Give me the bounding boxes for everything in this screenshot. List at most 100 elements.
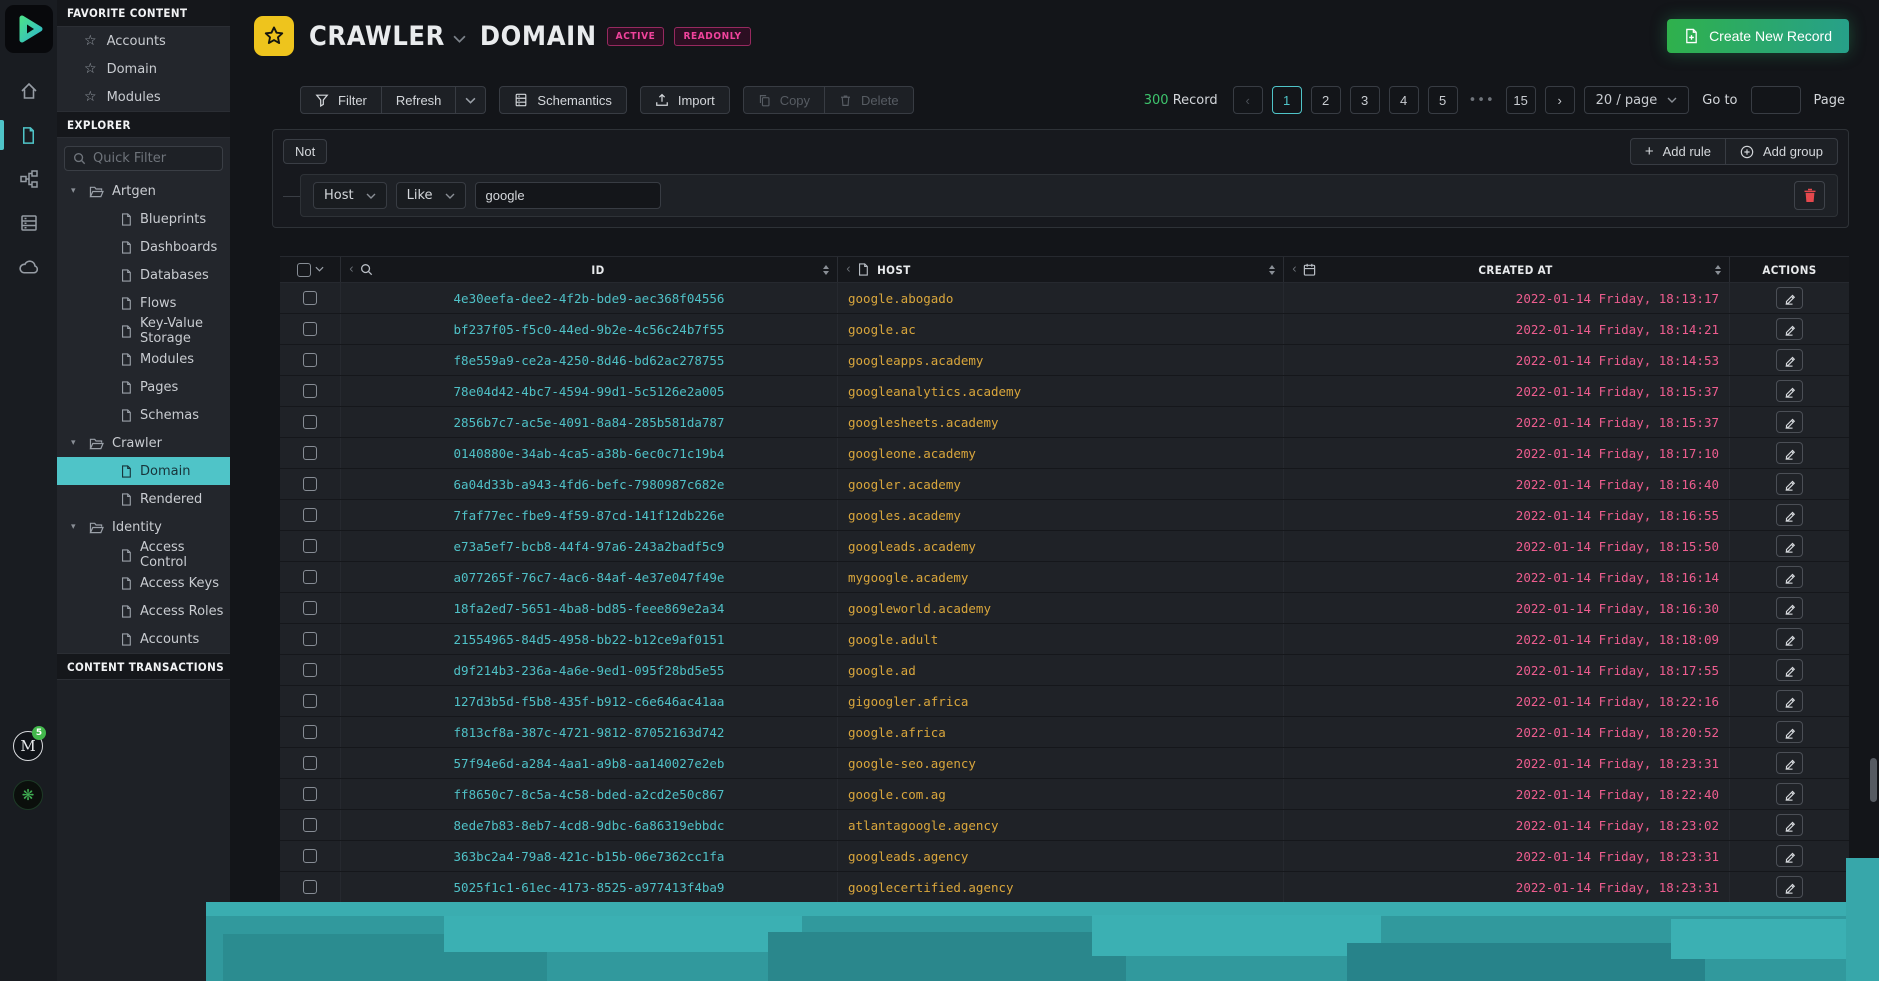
collection-title[interactable]: CRAWLER xyxy=(309,21,445,52)
caret-down-icon[interactable]: ▾ xyxy=(71,522,81,532)
page-button-5[interactable]: 5 xyxy=(1428,86,1458,114)
column-header-created-at[interactable]: ‹ CREATED AT xyxy=(1283,257,1729,282)
favorite-item-modules[interactable]: ☆ Modules xyxy=(57,83,230,111)
flows-icon[interactable] xyxy=(0,159,57,199)
sort-icon[interactable] xyxy=(1715,265,1721,275)
rule-field-select[interactable]: Host xyxy=(313,182,387,209)
goto-page-input[interactable] xyxy=(1751,86,1801,114)
edit-record-button[interactable] xyxy=(1776,287,1803,309)
row-checkbox[interactable] xyxy=(303,539,317,553)
edit-record-button[interactable] xyxy=(1776,380,1803,402)
page-button-3[interactable]: 3 xyxy=(1350,86,1380,114)
edit-record-button[interactable] xyxy=(1776,597,1803,619)
row-checkbox[interactable] xyxy=(303,880,317,894)
row-checkbox[interactable] xyxy=(303,601,317,615)
header-select-all[interactable] xyxy=(280,257,340,282)
edit-record-button[interactable] xyxy=(1776,814,1803,836)
quick-filter-input[interactable]: Quick Filter xyxy=(64,146,223,171)
row-checkbox[interactable] xyxy=(303,849,317,863)
prev-page-button[interactable]: ‹ xyxy=(1233,86,1263,114)
chevron-down-icon[interactable] xyxy=(315,265,324,275)
content-icon[interactable] xyxy=(0,115,57,155)
sort-icon[interactable] xyxy=(823,265,829,275)
tree-item-artgen-flows[interactable]: Flows xyxy=(57,289,230,317)
refresh-dropdown-button[interactable] xyxy=(456,86,486,114)
rule-value-input[interactable] xyxy=(475,182,661,209)
page-button-2[interactable]: 2 xyxy=(1311,86,1341,114)
column-header-id[interactable]: ‹ ID xyxy=(340,257,837,282)
resize-handle[interactable]: ‹ xyxy=(1292,262,1297,277)
row-checkbox[interactable] xyxy=(303,570,317,584)
row-checkbox[interactable] xyxy=(303,322,317,336)
row-checkbox[interactable] xyxy=(303,694,317,708)
tree-item-artgen-pages[interactable]: Pages xyxy=(57,373,230,401)
edit-record-button[interactable] xyxy=(1776,876,1803,898)
app-logo[interactable] xyxy=(5,5,53,53)
edit-record-button[interactable] xyxy=(1776,535,1803,557)
row-checkbox[interactable] xyxy=(303,725,317,739)
user-avatar[interactable]: M 5 xyxy=(13,731,43,761)
database-icon[interactable] xyxy=(0,203,57,243)
edit-record-button[interactable] xyxy=(1776,659,1803,681)
tree-folder-crawler[interactable]: ▾ Crawler xyxy=(57,429,230,457)
tree-item-artgen-dashboards[interactable]: Dashboards xyxy=(57,233,230,261)
add-group-button[interactable]: Add group xyxy=(1726,138,1838,165)
select-all-checkbox[interactable] xyxy=(297,263,311,277)
cloud-icon[interactable] xyxy=(0,247,57,287)
edit-record-button[interactable] xyxy=(1776,628,1803,650)
create-new-record-button[interactable]: Create New Record xyxy=(1667,19,1849,53)
edit-record-button[interactable] xyxy=(1776,504,1803,526)
edit-record-button[interactable] xyxy=(1776,783,1803,805)
edit-record-button[interactable] xyxy=(1776,752,1803,774)
row-checkbox[interactable] xyxy=(303,632,317,646)
page-button-4[interactable]: 4 xyxy=(1389,86,1419,114)
next-page-button[interactable]: › xyxy=(1545,86,1575,114)
filter-button[interactable]: Filter xyxy=(300,86,382,114)
caret-down-icon[interactable]: ▾ xyxy=(71,186,81,196)
edit-record-button[interactable] xyxy=(1776,318,1803,340)
tree-item-identity-accounts[interactable]: Accounts xyxy=(57,625,230,653)
tree-item-artgen-key-value-storage[interactable]: Key-Value Storage xyxy=(57,317,230,345)
schemantics-button[interactable]: Schemantics xyxy=(499,86,626,114)
tree-item-crawler-rendered[interactable]: Rendered xyxy=(57,485,230,513)
tree-item-identity-access-keys[interactable]: Access Keys xyxy=(57,569,230,597)
tree-item-artgen-databases[interactable]: Databases xyxy=(57,261,230,289)
page-button-1[interactable]: 1 xyxy=(1272,86,1302,114)
row-checkbox[interactable] xyxy=(303,415,317,429)
add-rule-button[interactable]: + Add rule xyxy=(1630,138,1726,165)
tree-item-crawler-domain[interactable]: Domain xyxy=(57,457,230,485)
row-checkbox[interactable] xyxy=(303,446,317,460)
row-checkbox[interactable] xyxy=(303,508,317,522)
tree-item-artgen-modules[interactable]: Modules xyxy=(57,345,230,373)
favorite-star-button[interactable] xyxy=(254,16,294,56)
not-toggle-button[interactable]: Not xyxy=(283,139,327,164)
row-checkbox[interactable] xyxy=(303,353,317,367)
edit-record-button[interactable] xyxy=(1776,566,1803,588)
tree-item-identity-access-control[interactable]: Access Control xyxy=(57,541,230,569)
refresh-button[interactable]: Refresh xyxy=(382,86,457,114)
row-checkbox[interactable] xyxy=(303,818,317,832)
tree-item-artgen-schemas[interactable]: Schemas xyxy=(57,401,230,429)
home-icon[interactable] xyxy=(0,71,57,111)
edit-record-button[interactable] xyxy=(1776,442,1803,464)
import-button[interactable]: Import xyxy=(640,86,730,114)
edit-record-button[interactable] xyxy=(1776,349,1803,371)
favorite-item-domain[interactable]: ☆ Domain xyxy=(57,55,230,83)
edit-record-button[interactable] xyxy=(1776,411,1803,433)
rule-operator-select[interactable]: Like xyxy=(396,182,466,209)
tree-folder-identity[interactable]: ▾ Identity xyxy=(57,513,230,541)
sort-icon[interactable] xyxy=(1269,265,1275,275)
row-checkbox[interactable] xyxy=(303,291,317,305)
tree-item-artgen-blueprints[interactable]: Blueprints xyxy=(57,205,230,233)
scrollbar-thumb[interactable] xyxy=(1870,758,1877,802)
edit-record-button[interactable] xyxy=(1776,845,1803,867)
edit-record-button[interactable] xyxy=(1776,473,1803,495)
caret-down-icon[interactable]: ▾ xyxy=(71,438,81,448)
row-checkbox[interactable] xyxy=(303,663,317,677)
edit-record-button[interactable] xyxy=(1776,690,1803,712)
chevron-down-icon[interactable] xyxy=(453,32,466,47)
delete-button[interactable]: Delete xyxy=(825,86,914,114)
resize-handle[interactable]: ‹ xyxy=(349,262,354,277)
resize-handle[interactable]: ‹ xyxy=(846,262,851,277)
favorite-item-accounts[interactable]: ☆ Accounts xyxy=(57,27,230,55)
